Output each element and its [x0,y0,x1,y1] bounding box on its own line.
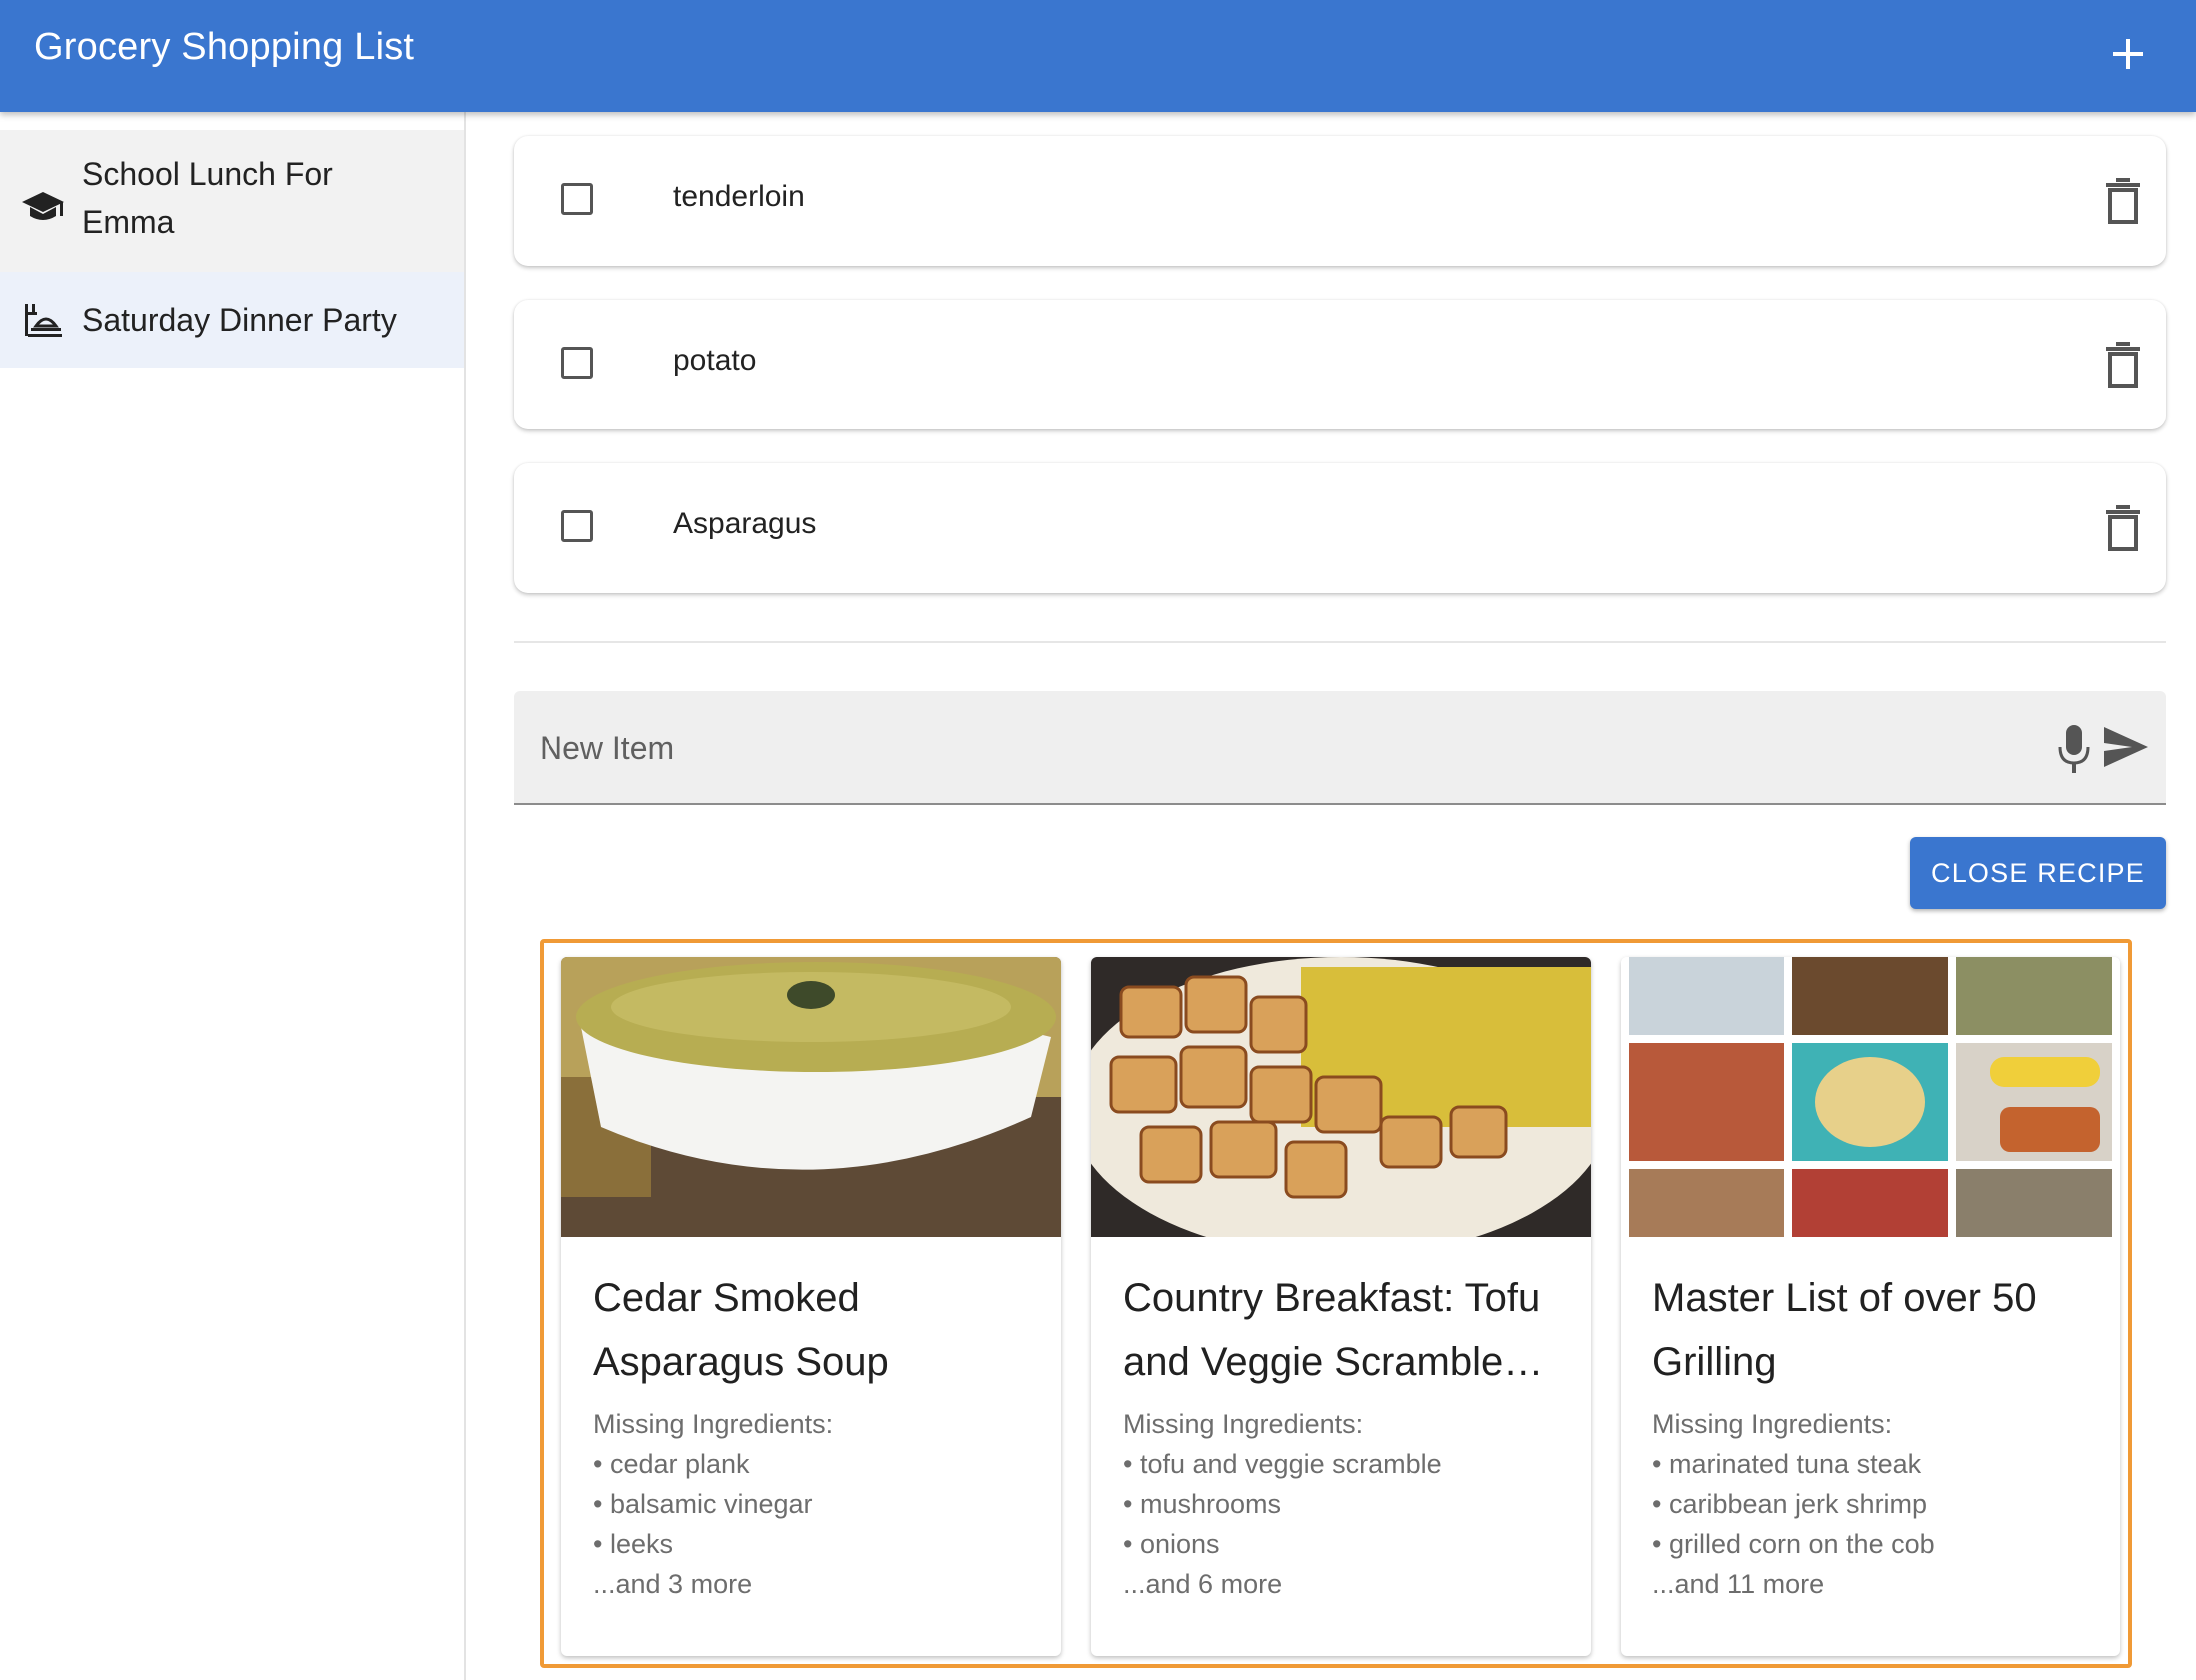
recipe-title: Master List of over 50 Grilling [1652,1276,2037,1384]
item-checkbox[interactable] [561,183,593,215]
ingredient-item: • onions [1123,1529,1220,1559]
ingredient-item: • caribbean jerk shrimp [1652,1489,1928,1519]
ingredient-item: • cedar plank [593,1449,750,1479]
missing-ingredients: Missing Ingredients: • marinated tuna st… [1652,1404,2092,1604]
sidebar-item-school-lunch[interactable]: School Lunch For Emma [0,130,464,286]
item-name: potato [673,344,757,377]
ingredient-item: • grilled corn on the cob [1652,1529,1935,1559]
microphone-icon[interactable] [2056,723,2092,775]
dinner-table-icon [20,297,66,343]
recipe-card[interactable]: Country Breakfast: Tofu and Veggie Scram… [1091,957,1591,1656]
sidebar: School Lunch For Emma Saturday Dinner Pa… [0,112,466,1680]
recipe-photo-scramble [1091,957,1591,1237]
app-bar: Grocery Shopping List [0,0,2196,112]
list-item: tenderloin [514,136,2166,266]
list-item: Asparagus [514,463,2166,593]
list-item: potato [514,300,2166,429]
more-ingredients: ...and 11 more [1652,1569,1825,1599]
missing-label: Missing Ingredients: [1123,1409,1364,1439]
recipe-title: Country Breakfast: Tofu and Veggie Scram… [1123,1276,1544,1384]
plus-icon [2113,39,2143,69]
close-recipe-button[interactable]: CLOSE RECIPE [1910,837,2166,909]
sidebar-item-label: Saturday Dinner Party [82,302,397,338]
divider [514,641,2166,643]
new-item-field [514,691,2166,805]
missing-label: Missing Ingredients: [593,1409,834,1439]
sidebar-item-dinner-party[interactable]: Saturday Dinner Party [0,272,464,368]
ingredient-item: • tofu and veggie scramble [1123,1449,1442,1479]
missing-label: Missing Ingredients: [1652,1409,1893,1439]
recipe-photo-grilling-collage [1621,957,2120,1237]
more-ingredients: ...and 6 more [1123,1569,1283,1599]
ingredient-item: • balsamic vinegar [593,1489,813,1519]
item-name: Asparagus [673,507,817,540]
recipe-photo-soup [561,957,1061,1237]
item-name: tenderloin [673,180,805,213]
trash-icon[interactable] [2100,176,2146,226]
new-item-input[interactable] [538,719,1940,777]
ingredient-item: • marinated tuna steak [1652,1449,1922,1479]
more-ingredients: ...and 3 more [593,1569,753,1599]
send-icon[interactable] [2102,725,2150,769]
item-checkbox[interactable] [561,347,593,379]
add-list-button[interactable] [2092,18,2164,90]
recipe-card[interactable]: Master List of over 50 Grilling Missing … [1621,957,2120,1656]
trash-icon[interactable] [2100,340,2146,390]
graduation-cap-icon [20,185,66,231]
sidebar-item-label: School Lunch For Emma [82,156,333,240]
missing-ingredients: Missing Ingredients: • cedar plank • bal… [593,1404,1033,1604]
ingredient-item: • mushrooms [1123,1489,1281,1519]
ingredient-item: • leeks [593,1529,673,1559]
recipe-card[interactable]: Cedar Smoked Asparagus Soup Missing Ingr… [561,957,1061,1656]
item-checkbox[interactable] [561,510,593,542]
app-title: Grocery Shopping List [34,26,415,68]
trash-icon[interactable] [2100,503,2146,553]
missing-ingredients: Missing Ingredients: • tofu and veggie s… [1123,1404,1563,1604]
recipe-title: Cedar Smoked Asparagus Soup [593,1276,889,1384]
